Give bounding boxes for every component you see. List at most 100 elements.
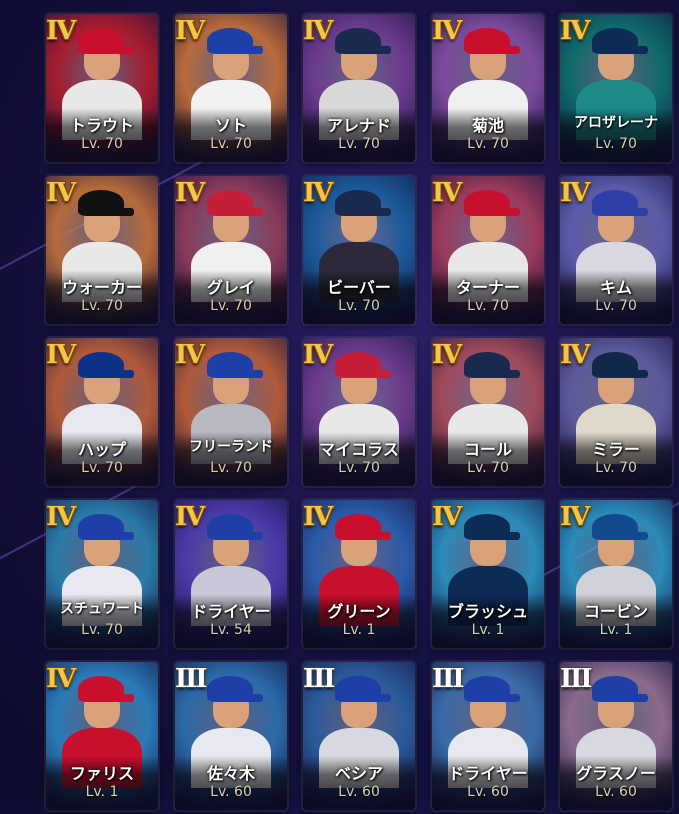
player-level: Lv. 1 [599, 622, 633, 638]
cap-brim [229, 694, 263, 702]
cap-brim [357, 532, 391, 540]
player-level: Lv. 70 [595, 298, 637, 314]
player-card[interactable]: IV アロザレーナ Lv. 70 [560, 14, 672, 162]
player-name: トラウト [69, 116, 134, 135]
player-card[interactable]: IV ウォーカー Lv. 70 [46, 176, 158, 324]
player-card[interactable]: IV ハップ Lv. 70 [46, 338, 158, 486]
player-level: Lv. 60 [338, 784, 380, 800]
tier-badge: IV [432, 178, 462, 208]
cap-brim [100, 46, 134, 54]
tier-badge: IV [175, 502, 205, 532]
cap-brim [486, 208, 520, 216]
player-name: コービン [583, 602, 648, 621]
player-name: 菊池 [471, 116, 504, 135]
player-name: キム [599, 278, 632, 297]
cap-brim [614, 46, 648, 54]
player-level: Lv. 70 [467, 460, 509, 476]
cap-brim [100, 694, 134, 702]
tier-badge: IV [46, 502, 76, 532]
player-level: Lv. 70 [210, 298, 252, 314]
player-level: Lv. 70 [595, 136, 637, 152]
player-card[interactable]: IV フリーランド Lv. 70 [175, 338, 287, 486]
tier-badge: III [175, 664, 207, 694]
player-card[interactable]: III 佐々木 Lv. 60 [175, 662, 287, 810]
player-card[interactable]: IV トラウト Lv. 70 [46, 14, 158, 162]
tier-badge: III [432, 664, 464, 694]
cap-brim [229, 532, 263, 540]
player-level: Lv. 70 [81, 460, 123, 476]
player-name: グレイ [206, 278, 255, 297]
player-card[interactable]: IV ドライヤー Lv. 54 [175, 500, 287, 648]
cap-brim [614, 694, 648, 702]
player-card[interactable]: IV ファリス Lv. 1 [46, 662, 158, 810]
cap-brim [229, 370, 263, 378]
player-card[interactable]: IV ビーバー Lv. 70 [303, 176, 415, 324]
cap-brim [486, 694, 520, 702]
player-card[interactable]: IV アレナド Lv. 70 [303, 14, 415, 162]
player-card[interactable]: IV マイコラス Lv. 70 [303, 338, 415, 486]
player-name: コール [463, 440, 512, 459]
player-card[interactable]: IV ソト Lv. 70 [175, 14, 287, 162]
player-level: Lv. 70 [338, 298, 380, 314]
player-name: マイコラス [319, 440, 399, 459]
player-name: ウォーカー [61, 278, 142, 297]
player-name: ドライヤー [448, 764, 528, 783]
cap-brim [100, 208, 134, 216]
tier-badge: IV [560, 16, 590, 46]
player-name: ドライヤー [191, 602, 271, 621]
tier-badge: IV [303, 16, 333, 46]
player-level: Lv. 1 [471, 622, 505, 638]
player-card[interactable]: III ドライヤー Lv. 60 [432, 662, 544, 810]
tier-badge: III [560, 664, 592, 694]
player-card[interactable]: III ベシア Lv. 60 [303, 662, 415, 810]
player-card[interactable]: IV グレイ Lv. 70 [175, 176, 287, 324]
player-card[interactable]: IV ターナー Lv. 70 [432, 176, 544, 324]
player-level: Lv. 70 [210, 136, 252, 152]
player-name: アロザレーナ [574, 115, 658, 131]
player-name: フリーランド [189, 439, 273, 455]
tier-badge: IV [46, 664, 76, 694]
player-level: Lv. 70 [81, 298, 123, 314]
cap-brim [486, 532, 520, 540]
player-name: ハップ [77, 440, 126, 459]
tier-badge: IV [46, 16, 76, 46]
player-name: 佐々木 [206, 764, 255, 783]
cap-brim [486, 370, 520, 378]
tier-badge: IV [46, 340, 76, 370]
player-level: Lv. 70 [338, 136, 380, 152]
player-level: Lv. 60 [210, 784, 252, 800]
player-name: ベシア [334, 764, 383, 783]
player-level: Lv. 1 [342, 622, 376, 638]
player-name: ビーバー [327, 278, 391, 297]
tier-badge: IV [175, 178, 205, 208]
tier-badge: III [303, 664, 335, 694]
tier-badge: IV [432, 502, 462, 532]
cap-brim [100, 532, 134, 540]
player-card-grid: IV トラウト Lv. 70 IV ソト Lv. 70 IV アレナド Lv. 70 IV 菊池 Lv… [46, 14, 676, 814]
player-name: アレナド [326, 116, 391, 135]
player-card[interactable]: IV グリーン Lv. 1 [303, 500, 415, 648]
player-name: グラスノー [576, 764, 656, 783]
cap-brim [614, 370, 648, 378]
cap-brim [357, 46, 391, 54]
player-name: スチュワート [60, 601, 144, 617]
player-card[interactable]: III グラスノー Lv. 60 [560, 662, 672, 810]
tier-badge: IV [303, 502, 333, 532]
cap-brim [357, 694, 391, 702]
player-level: Lv. 70 [595, 460, 637, 476]
player-level: Lv. 70 [210, 460, 252, 476]
player-name: ターナー [455, 278, 520, 297]
player-level: Lv. 54 [210, 622, 252, 638]
tier-badge: IV [175, 340, 205, 370]
player-card[interactable]: IV スチュワート Lv. 70 [46, 500, 158, 648]
player-card[interactable]: IV コール Lv. 70 [432, 338, 544, 486]
cap-brim [614, 208, 648, 216]
player-card[interactable]: IV 菊池 Lv. 70 [432, 14, 544, 162]
player-card[interactable]: IV キム Lv. 70 [560, 176, 672, 324]
player-card[interactable]: IV コービン Lv. 1 [560, 500, 672, 648]
tier-badge: IV [46, 178, 76, 208]
player-card[interactable]: IV ブラッシュ Lv. 1 [432, 500, 544, 648]
player-card[interactable]: IV ミラー Lv. 70 [560, 338, 672, 486]
player-level: Lv. 70 [81, 136, 123, 152]
player-level: Lv. 70 [467, 136, 509, 152]
